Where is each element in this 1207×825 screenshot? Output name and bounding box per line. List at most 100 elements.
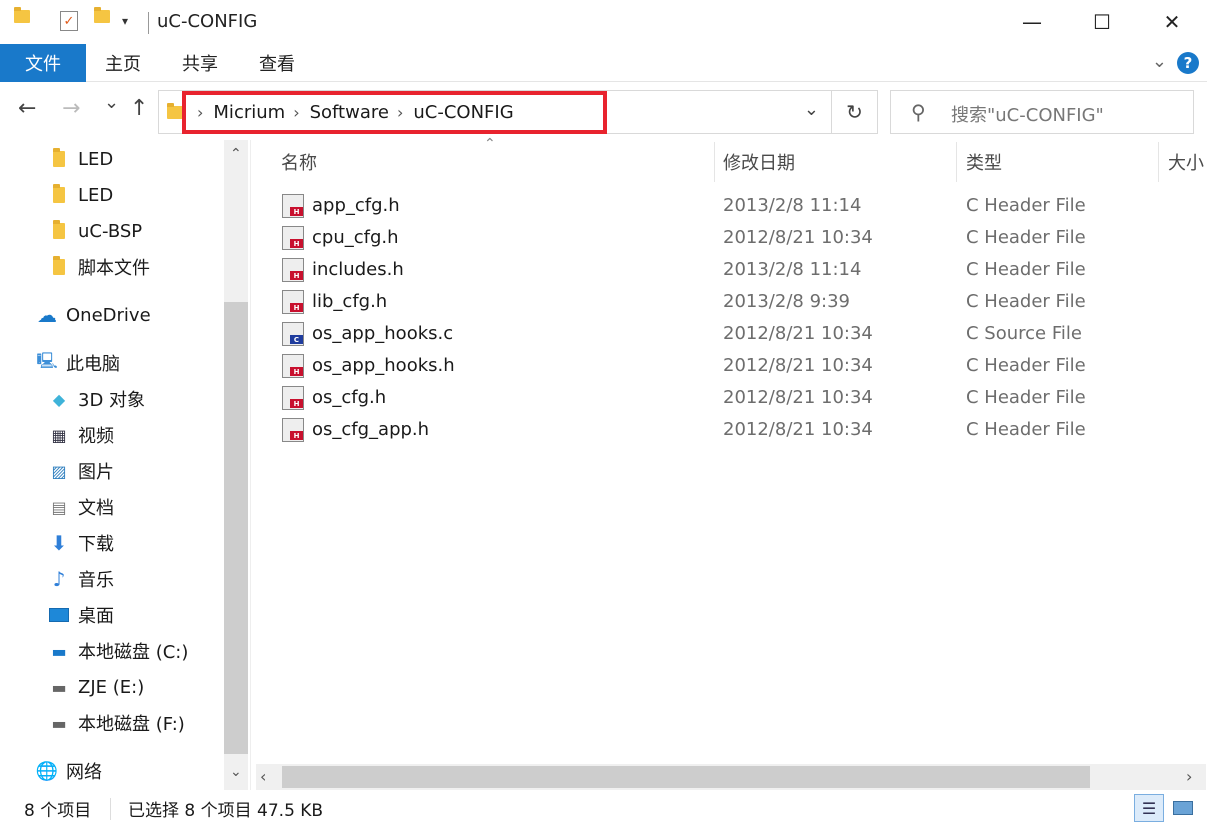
details-view-icon[interactable]: ☰ (1134, 794, 1164, 822)
file-name: os_cfg_app.h (312, 419, 430, 440)
tab-home[interactable]: 主页 (95, 44, 151, 82)
file-name: cpu_cfg.h (312, 227, 399, 248)
c-header-file-icon: H (282, 226, 304, 250)
search-input[interactable]: 搜索"uC-CONFIG" (951, 101, 1104, 127)
close-button[interactable]: ✕ (1137, 0, 1207, 44)
folder-icon (48, 256, 70, 277)
column-header-type[interactable]: 类型 (966, 146, 1002, 178)
recent-locations-button[interactable]: ⌄ (104, 92, 119, 113)
sidebar-item-uc-bsp[interactable]: uC-BSP (48, 215, 142, 247)
file-date: 2012/8/21 10:34 (723, 387, 873, 408)
minimize-button[interactable]: — (997, 0, 1067, 44)
scroll-down-icon[interactable]: ⌄ (230, 764, 242, 780)
document-icon: ▤ (51, 497, 67, 517)
sidebar-item-drive-e[interactable]: ▬ ZJE (E:) (48, 671, 144, 703)
file-row[interactable]: H cpu_cfg.h 2012/8/21 10:34 C Header Fil… (278, 222, 1207, 254)
status-separator (110, 798, 111, 820)
column-header-name[interactable]: 名称 (281, 146, 317, 178)
forward-button[interactable]: → (62, 96, 80, 121)
sidebar-item-network[interactable]: 🌐 网络 (36, 755, 102, 787)
sidebar-item-led[interactable]: LED (48, 143, 113, 175)
item-count: 8 个项目 (24, 801, 92, 821)
file-row[interactable]: H includes.h 2013/2/8 11:14 C Header Fil… (278, 254, 1207, 286)
file-row[interactable]: H os_cfg_app.h 2012/8/21 10:34 C Header … (278, 414, 1207, 446)
file-date: 2012/8/21 10:34 (723, 355, 873, 376)
status-bar: 8 个项目 已选择 8 个项目 47.5 KB (0, 790, 1207, 825)
tab-share[interactable]: 共享 (172, 44, 228, 82)
sidebar-item-documents[interactable]: ▤ 文档 (48, 491, 114, 523)
sidebar-item-3d-objects[interactable]: ◆ 3D 对象 (48, 383, 145, 415)
file-date: 2013/2/8 11:14 (723, 195, 862, 216)
column-header-size[interactable]: 大小 (1168, 146, 1204, 178)
sidebar-item-led-2[interactable]: LED (48, 179, 113, 211)
file-date: 2013/2/8 9:39 (723, 291, 850, 312)
scroll-right-icon[interactable]: › (1186, 767, 1192, 786)
column-separator[interactable] (956, 142, 957, 182)
file-type: C Header File (966, 387, 1086, 408)
address-highlight-box (182, 91, 607, 134)
sidebar-item-drive-c[interactable]: ▬ 本地磁盘 (C:) (48, 635, 188, 667)
ribbon-expand-icon[interactable]: ⌄ (1152, 51, 1167, 72)
navigation-pane: LED LED uC-BSP 脚本文件 ☁ OneDrive 🖳 此电脑 ◆ 3… (0, 140, 250, 790)
sidebar-item-this-pc[interactable]: 🖳 此电脑 (36, 347, 120, 379)
quick-access-dropdown-icon[interactable]: ▾ (122, 14, 128, 28)
network-icon: 🌐 (35, 760, 59, 782)
folder-icon (48, 184, 70, 205)
horizontal-scrollbar-thumb[interactable] (282, 766, 1090, 788)
file-row[interactable]: C os_app_hooks.c 2012/8/21 10:34 C Sourc… (278, 318, 1207, 350)
file-type: C Header File (966, 419, 1086, 440)
maximize-button[interactable]: ☐ (1067, 0, 1137, 44)
folder-icon (48, 148, 70, 169)
large-icons-view-icon[interactable] (1168, 794, 1198, 822)
selection-info: 已选择 8 个项目 47.5 KB (128, 801, 324, 821)
desktop-icon (48, 605, 70, 625)
scroll-up-icon[interactable]: ⌃ (230, 146, 242, 162)
file-name: os_cfg.h (312, 387, 387, 408)
new-folder-icon[interactable] (94, 7, 110, 23)
file-name: includes.h (312, 259, 404, 280)
tab-file[interactable]: 文件 (0, 44, 86, 82)
sidebar-item-pictures[interactable]: ▨ 图片 (48, 455, 114, 487)
help-icon[interactable]: ? (1177, 52, 1199, 74)
up-button[interactable]: ↑ (130, 96, 148, 121)
sidebar-item-drive-f[interactable]: ▬ 本地磁盘 (F:) (48, 707, 184, 739)
sidebar-item-scripts[interactable]: 脚本文件 (48, 251, 150, 283)
file-name: os_app_hooks.c (312, 323, 454, 344)
column-header-date[interactable]: 修改日期 (723, 146, 795, 178)
file-type: C Source File (966, 323, 1082, 344)
file-date: 2013/2/8 11:14 (723, 259, 862, 280)
column-separator[interactable] (714, 142, 715, 182)
folder-icon (48, 220, 70, 241)
sidebar-item-desktop[interactable]: 桌面 (48, 599, 114, 631)
file-row[interactable]: H os_app_hooks.h 2012/8/21 10:34 C Heade… (278, 350, 1207, 382)
file-name: lib_cfg.h (312, 291, 388, 312)
file-type: C Header File (966, 227, 1086, 248)
address-dropdown-icon[interactable]: ⌄ (804, 99, 819, 120)
drive-icon: ▬ (51, 677, 67, 697)
tab-view[interactable]: 查看 (249, 44, 305, 82)
sidebar-scrollbar-thumb[interactable] (224, 302, 248, 754)
refresh-button[interactable]: ↻ (831, 91, 877, 133)
sidebar-item-onedrive[interactable]: ☁ OneDrive (36, 299, 151, 331)
file-row[interactable]: H os_cfg.h 2012/8/21 10:34 C Header File (278, 382, 1207, 414)
sidebar-item-music[interactable]: ♪ 音乐 (48, 563, 114, 595)
file-date: 2012/8/21 10:34 (723, 419, 873, 440)
properties-icon[interactable]: ✓ (60, 11, 78, 31)
file-row[interactable]: H lib_cfg.h 2013/2/8 9:39 C Header File (278, 286, 1207, 318)
picture-icon: ▨ (51, 461, 67, 481)
back-button[interactable]: ← (18, 96, 36, 121)
sidebar-item-downloads[interactable]: ⬇ 下载 (48, 527, 114, 559)
drive-windows-icon: ▬ (51, 641, 67, 661)
title-separator (148, 12, 149, 34)
file-date: 2012/8/21 10:34 (723, 227, 873, 248)
column-separator[interactable] (1158, 142, 1159, 182)
c-source-file-icon: C (282, 322, 304, 346)
c-header-file-icon: H (282, 290, 304, 314)
file-row[interactable]: H app_cfg.h 2013/2/8 11:14 C Header File (278, 190, 1207, 222)
sidebar-item-videos[interactable]: ▦ 视频 (48, 419, 114, 451)
search-box[interactable]: ⚲ 搜索"uC-CONFIG" (890, 90, 1194, 134)
file-type: C Header File (966, 355, 1086, 376)
cube-icon: ◆ (52, 389, 66, 409)
scroll-left-icon[interactable]: ‹ (260, 767, 266, 786)
folder-icon (14, 7, 30, 23)
